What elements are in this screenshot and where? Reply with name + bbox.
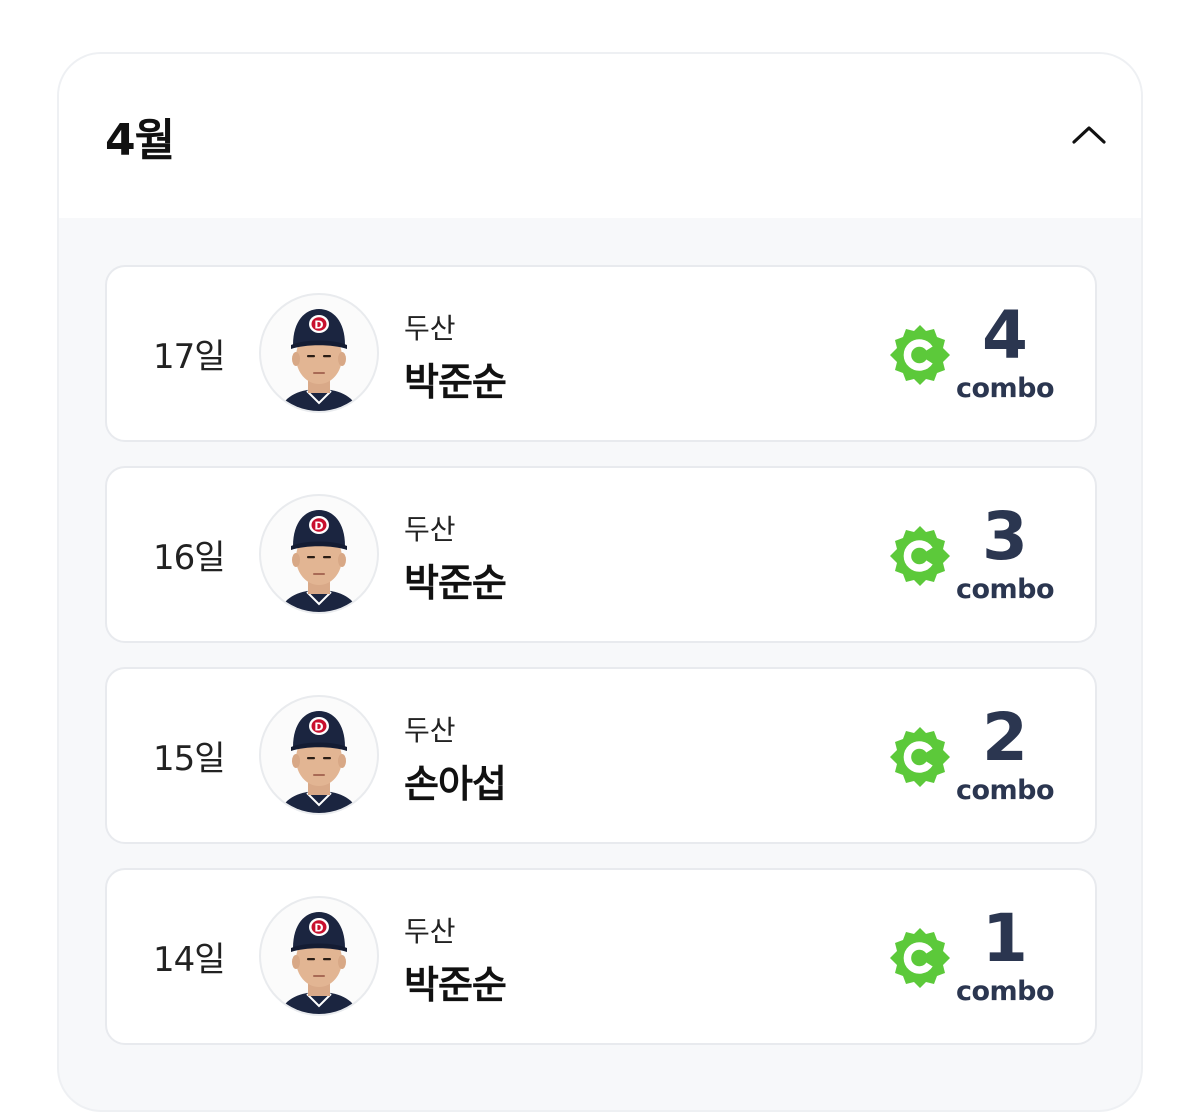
combo-count: 4 — [982, 297, 1028, 374]
month-title: 4월 — [105, 115, 175, 166]
svg-text:D: D — [314, 922, 323, 935]
day-label: 15일 — [153, 739, 226, 779]
collapse-button[interactable] — [1065, 110, 1113, 158]
player-avatar: D — [259, 695, 379, 815]
team-name: 두산 — [404, 915, 456, 948]
combo-list-item[interactable]: 15일 D 두산 손아섭 2 combo — [105, 667, 1097, 844]
combo-list-item[interactable]: 16일 D 두산 박준순 3 combo — [105, 466, 1097, 643]
combo-unit-label: combo — [955, 976, 1055, 1007]
combo-unit-label: combo — [955, 775, 1055, 806]
player-avatar: D — [259, 896, 379, 1016]
combo-badge-icon — [890, 727, 950, 787]
combo-unit-label: combo — [955, 574, 1055, 605]
combo-list-item[interactable]: 17일 D 두산 박준순 4 combo — [105, 265, 1097, 442]
combo-badge-icon — [890, 526, 950, 586]
player-avatar: D — [259, 494, 379, 614]
month-panel: 4월 17일 D 두산 박준순 4 combo 16일 D 두산 박준순 3 c… — [57, 52, 1143, 1112]
day-label: 14일 — [153, 940, 226, 980]
combo-count: 3 — [982, 498, 1028, 575]
chevron-up-icon — [1072, 126, 1106, 144]
team-name: 두산 — [404, 513, 456, 546]
player-name: 박준순 — [404, 963, 507, 1007]
day-label: 16일 — [153, 538, 226, 578]
day-label: 17일 — [153, 337, 226, 377]
player-name: 손아섭 — [404, 762, 507, 806]
player-name: 박준순 — [404, 360, 507, 404]
combo-count: 1 — [982, 900, 1028, 977]
svg-text:D: D — [314, 319, 323, 332]
team-name: 두산 — [404, 312, 456, 345]
svg-text:D: D — [314, 520, 323, 533]
month-header[interactable]: 4월 — [59, 54, 1141, 218]
player-avatar: D — [259, 293, 379, 413]
svg-text:D: D — [314, 721, 323, 734]
combo-list: 17일 D 두산 박준순 4 combo 16일 D 두산 박준순 3 comb… — [105, 265, 1097, 1069]
combo-badge-icon — [890, 325, 950, 385]
combo-unit-label: combo — [955, 373, 1055, 404]
combo-badge-icon — [890, 928, 950, 988]
player-name: 박준순 — [404, 561, 507, 605]
combo-list-item[interactable]: 14일 D 두산 박준순 1 combo — [105, 868, 1097, 1045]
team-name: 두산 — [404, 714, 456, 747]
combo-count: 2 — [982, 699, 1028, 776]
